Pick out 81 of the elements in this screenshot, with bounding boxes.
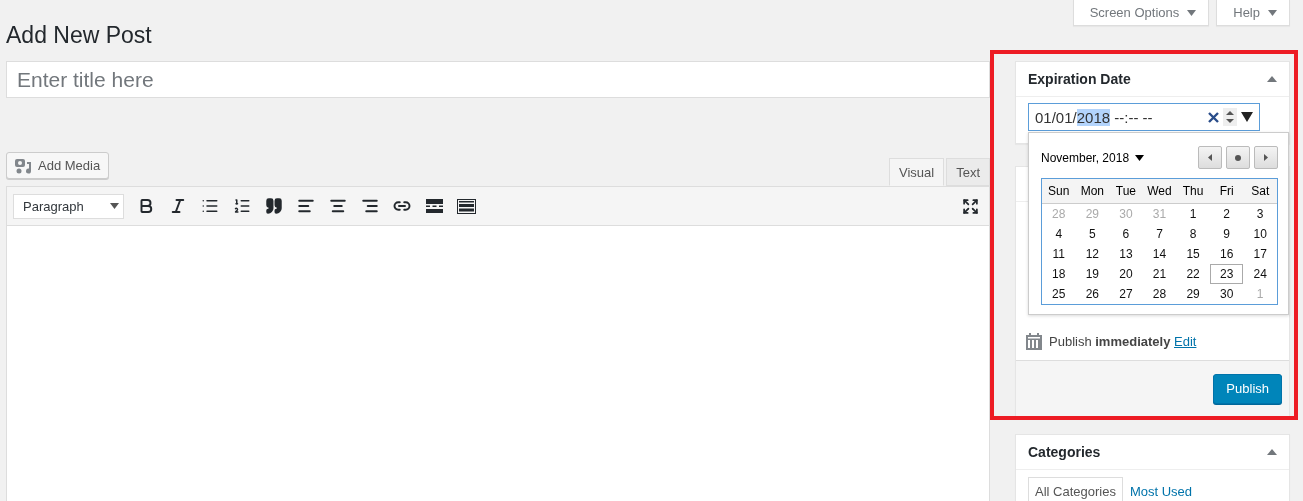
edit-link[interactable]: Edit [1174, 334, 1197, 349]
caret-icon [1187, 9, 1197, 16]
fullscreen-icon[interactable] [962, 197, 979, 215]
header-button[interactable]: Screen Options [1072, 0, 1210, 26]
editor-tab[interactable]: Text [946, 158, 990, 186]
page-title: Add New Post [6, 21, 153, 50]
calendar-day[interactable]: 11 [1042, 244, 1076, 264]
calendar-icon [1026, 333, 1042, 350]
calendar-day[interactable]: 2 [1209, 204, 1244, 224]
calendar-day[interactable]: 15 [1176, 244, 1210, 264]
quote-icon[interactable] [265, 197, 283, 215]
spinner-icon[interactable] [1223, 108, 1237, 126]
date-field[interactable]: 01/01/2018 --:-- -- [1028, 103, 1260, 131]
calendar-day[interactable]: 8 [1176, 224, 1210, 244]
align-center-icon[interactable] [329, 197, 347, 215]
calendar-day[interactable]: 6 [1109, 224, 1143, 244]
calendar-day[interactable]: 10 [1243, 224, 1277, 244]
calendar-day[interactable]: 4 [1042, 224, 1076, 244]
calendar-day[interactable]: 30 [1209, 284, 1244, 304]
weekday-label: Sat [1243, 179, 1277, 204]
weekday-label: Wed [1142, 179, 1177, 204]
category-tab[interactable]: Most Used [1122, 477, 1200, 501]
category-tab[interactable]: All Categories [1028, 477, 1123, 501]
previous-month-button[interactable] [1198, 146, 1222, 169]
box-title: Categories [1028, 444, 1101, 460]
title-field[interactable]: Enter title here [6, 61, 990, 98]
weekday-label: Fri [1209, 179, 1244, 204]
box-title: Expiration Date [1028, 71, 1131, 87]
italic-icon[interactable] [169, 197, 187, 215]
next-month-button[interactable] [1254, 146, 1278, 169]
calendar-day[interactable]: 1 [1176, 204, 1210, 224]
weekday-label: Tue [1109, 179, 1143, 204]
add-media-button[interactable]: Add Media [6, 152, 110, 179]
header-button[interactable]: Help [1216, 0, 1290, 26]
calendar-day[interactable]: 12 [1075, 244, 1110, 264]
caret-icon [1268, 9, 1277, 16]
today-button[interactable] [1226, 146, 1250, 169]
weekday-label: Thu [1176, 179, 1210, 204]
publish-status: Publish immediately Edit [1049, 334, 1197, 349]
calendar-day[interactable]: 20 [1109, 264, 1143, 284]
publish-button[interactable]: Publish [1213, 373, 1282, 404]
clear-icon[interactable] [1208, 111, 1219, 123]
calendar-day[interactable]: 3 [1243, 204, 1277, 224]
collapse-arrow-icon[interactable] [1267, 76, 1277, 82]
calendar-day[interactable]: 18 [1042, 264, 1076, 284]
calendar-day[interactable]: 27 [1109, 284, 1143, 304]
calendar-day[interactable]: 19 [1075, 264, 1110, 284]
dot-icon [1235, 154, 1241, 161]
weekday-label: Sun [1042, 179, 1076, 204]
month-select[interactable]: November, 2018 [1041, 150, 1145, 165]
caret-icon [1135, 154, 1145, 161]
calendar-day[interactable]: 23 [1209, 264, 1244, 284]
calendar-day[interactable]: 21 [1142, 264, 1177, 284]
calendar-day[interactable]: 16 [1209, 244, 1244, 264]
dropdown-icon[interactable] [1241, 112, 1253, 122]
collapse-arrow-icon[interactable] [1267, 449, 1277, 455]
triangle-right-icon [1264, 154, 1268, 161]
weekday-label: Mon [1075, 179, 1110, 204]
align-right-icon[interactable] [361, 197, 379, 215]
read-more-icon[interactable] [425, 199, 443, 213]
calendar-day[interactable]: 17 [1243, 244, 1277, 264]
calendar-day[interactable]: 24 [1243, 264, 1277, 284]
numbered-list-icon[interactable] [233, 197, 251, 215]
calendar-day[interactable]: 5 [1075, 224, 1110, 244]
calendar-day[interactable]: 28 [1142, 284, 1177, 304]
calendar-day[interactable]: 7 [1142, 224, 1177, 244]
triangle-left-icon [1208, 154, 1212, 161]
calendar-day[interactable]: 25 [1042, 284, 1076, 304]
align-left-icon[interactable] [297, 197, 315, 215]
calendar-day[interactable]: 13 [1109, 244, 1143, 264]
calendar-day[interactable]: 29 [1176, 284, 1210, 304]
bulleted-list-icon[interactable] [201, 197, 219, 215]
editor-tab[interactable]: Visual [888, 158, 945, 186]
media-icon [15, 157, 33, 174]
keyboard-icon[interactable] [456, 198, 476, 214]
caret-icon [110, 203, 119, 209]
calendar-day[interactable]: 26 [1075, 284, 1110, 304]
calendar-day[interactable]: 9 [1209, 224, 1244, 244]
calendar-day[interactable]: 22 [1176, 264, 1210, 284]
calendar-day[interactable]: 14 [1142, 244, 1177, 264]
format-select[interactable]: Paragraph [13, 193, 124, 219]
